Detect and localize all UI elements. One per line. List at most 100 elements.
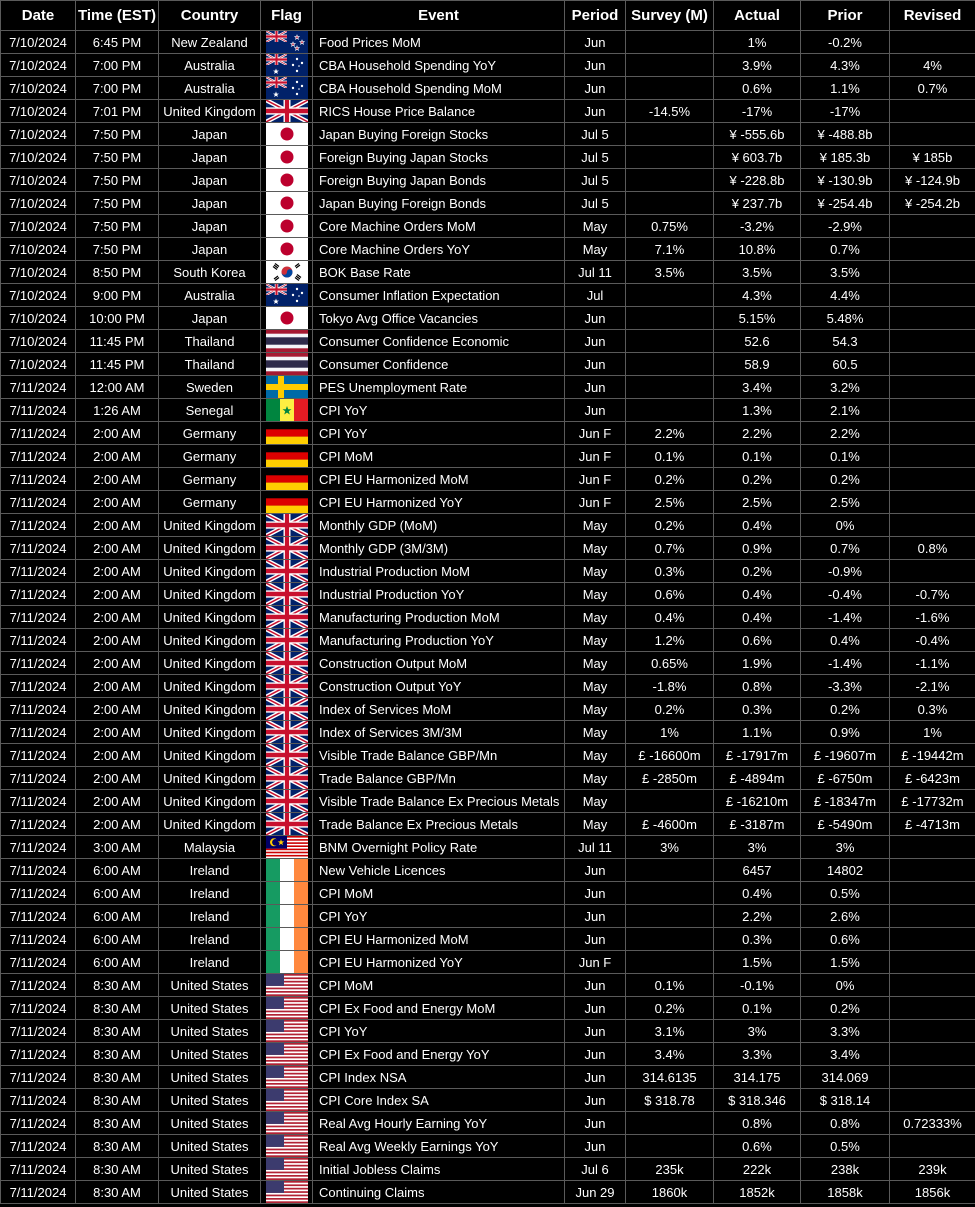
country-cell: Japan	[158, 191, 261, 215]
period-cell: Jul 11	[564, 835, 626, 859]
prior-cell: 0%	[800, 973, 890, 997]
period-cell: May	[564, 766, 626, 790]
date-cell: 7/11/2024	[0, 1180, 76, 1204]
country-cell: United States	[158, 973, 261, 997]
survey-cell: £ -2850m	[625, 766, 714, 790]
flag-cell	[260, 835, 313, 859]
prior-cell: 3.4%	[800, 1042, 890, 1066]
prior-cell: 0.6%	[800, 927, 890, 951]
period-cell: Jun	[564, 53, 626, 77]
event-cell: Industrial Production MoM	[312, 559, 565, 583]
flag-cell	[260, 1019, 313, 1043]
survey-cell	[625, 168, 714, 192]
date-cell: 7/11/2024	[0, 674, 76, 698]
header-event: Event	[312, 0, 565, 31]
actual-cell: 0.6%	[713, 628, 801, 652]
period-cell: Jun	[564, 1134, 626, 1158]
survey-cell: 0.6%	[625, 582, 714, 606]
thailand-flag-icon	[265, 353, 308, 375]
table-row: 7/10/2024 10:00 PM Japan Tokyo Avg Office V…	[0, 306, 975, 330]
date-cell: 7/10/2024	[0, 306, 76, 330]
country-cell: Japan	[158, 145, 261, 169]
germany-flag-icon	[265, 491, 308, 513]
event-cell: Industrial Production YoY	[312, 582, 565, 606]
south-korea-flag-icon	[265, 261, 308, 283]
country-cell: Japan	[158, 122, 261, 146]
time-cell: 2:00 AM	[75, 697, 159, 721]
survey-cell	[625, 375, 714, 399]
revised-cell	[889, 99, 975, 123]
date-cell: 7/10/2024	[0, 191, 76, 215]
flag-cell	[260, 559, 313, 583]
new-zealand-flag-icon	[265, 31, 308, 53]
revised-cell: £ -4713m	[889, 812, 975, 836]
flag-cell	[260, 996, 313, 1020]
survey-cell: 0.75%	[625, 214, 714, 238]
prior-cell: 0.8%	[800, 1111, 890, 1135]
actual-cell: -0.1%	[713, 973, 801, 997]
survey-cell: 235k	[625, 1157, 714, 1181]
survey-cell	[625, 53, 714, 77]
prior-cell: -1.4%	[800, 651, 890, 675]
date-cell: 7/11/2024	[0, 697, 76, 721]
flag-cell	[260, 306, 313, 330]
header-date: Date	[0, 0, 76, 31]
prior-cell: -2.9%	[800, 214, 890, 238]
period-cell: May	[564, 812, 626, 836]
country-cell: Thailand	[158, 352, 261, 376]
prior-cell: £ -18347m	[800, 789, 890, 813]
time-cell: 6:00 AM	[75, 950, 159, 974]
survey-cell: 1.2%	[625, 628, 714, 652]
prior-cell: 0.2%	[800, 996, 890, 1020]
event-cell: Construction Output MoM	[312, 651, 565, 675]
table-row: 7/11/2024 8:30 AM United States Real Avg We…	[0, 1134, 975, 1158]
revised-cell	[889, 352, 975, 376]
actual-cell: 52.6	[713, 329, 801, 353]
prior-cell: 2.6%	[800, 904, 890, 928]
flag-cell	[260, 628, 313, 652]
revised-cell	[889, 973, 975, 997]
flag-cell	[260, 490, 313, 514]
table-row: 7/11/2024 2:00 AM United Kingdom Index of S…	[0, 720, 975, 744]
revised-cell: 239k	[889, 1157, 975, 1181]
time-cell: 12:00 AM	[75, 375, 159, 399]
actual-cell: 2.2%	[713, 904, 801, 928]
actual-cell: ¥ 237.7b	[713, 191, 801, 215]
event-cell: CPI Ex Food and Energy MoM	[312, 996, 565, 1020]
survey-cell	[625, 30, 714, 54]
date-cell: 7/11/2024	[0, 927, 76, 951]
date-cell: 7/11/2024	[0, 1111, 76, 1135]
time-cell: 2:00 AM	[75, 513, 159, 537]
flag-cell	[260, 444, 313, 468]
revised-cell	[889, 329, 975, 353]
united-kingdom-flag-icon	[265, 652, 308, 674]
survey-cell: 2.5%	[625, 490, 714, 514]
survey-cell: 1860k	[625, 1180, 714, 1204]
period-cell: Jun	[564, 1111, 626, 1135]
country-cell: Ireland	[158, 881, 261, 905]
revised-cell: 4%	[889, 53, 975, 77]
table-row: 7/10/2024 9:00 PM Australia Consumer Inflat…	[0, 283, 975, 307]
table-row: 7/11/2024 2:00 AM United Kingdom Industrial…	[0, 582, 975, 606]
table-row: 7/11/2024 1:26 AM Senegal CPI YoY Jun 1.3% 2.1…	[0, 398, 975, 422]
date-cell: 7/10/2024	[0, 76, 76, 100]
date-cell: 7/10/2024	[0, 237, 76, 261]
time-cell: 8:30 AM	[75, 1019, 159, 1043]
event-cell: CPI YoY	[312, 1019, 565, 1043]
revised-cell	[889, 1042, 975, 1066]
japan-flag-icon	[265, 307, 308, 329]
survey-cell	[625, 950, 714, 974]
flag-cell	[260, 30, 313, 54]
actual-cell: 58.9	[713, 352, 801, 376]
revised-cell: 0.7%	[889, 76, 975, 100]
time-cell: 2:00 AM	[75, 628, 159, 652]
revised-cell	[889, 122, 975, 146]
revised-cell	[889, 30, 975, 54]
survey-cell	[625, 145, 714, 169]
actual-cell: 3.3%	[713, 1042, 801, 1066]
period-cell: Jun F	[564, 444, 626, 468]
united-kingdom-flag-icon	[265, 629, 308, 651]
date-cell: 7/11/2024	[0, 950, 76, 974]
table-row: 7/11/2024 6:00 AM Ireland CPI EU Harmonized…	[0, 927, 975, 951]
revised-cell: 1856k	[889, 1180, 975, 1204]
